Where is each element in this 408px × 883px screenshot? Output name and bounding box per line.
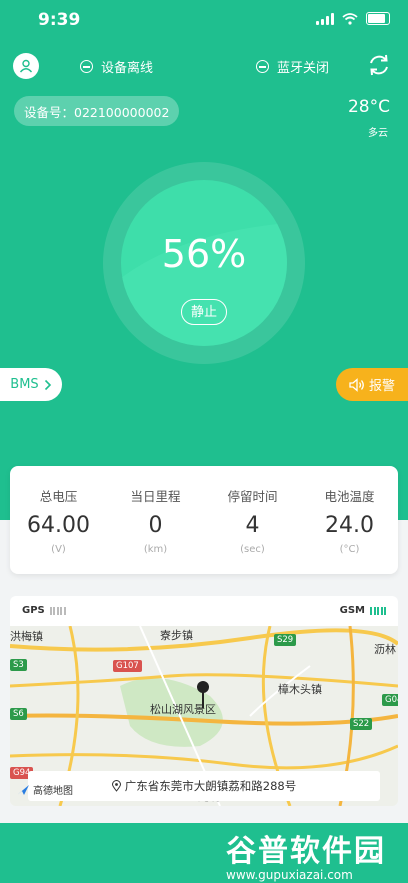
gps-signal-icon xyxy=(49,606,66,615)
road-badge: S6 xyxy=(10,708,27,720)
stat-value: 64.00 xyxy=(27,513,90,538)
alarm-button-label: 报警 xyxy=(368,379,395,394)
battery-percentage: 56% xyxy=(161,232,247,276)
stat-unit: (sec) xyxy=(240,544,265,555)
stat-unit: (V) xyxy=(51,544,66,555)
weather-temperature: 28°C xyxy=(347,97,390,117)
watermark-sub: www.gupuxiazai.com xyxy=(226,868,353,882)
gsm-label: GSM xyxy=(339,605,365,616)
road-badge: G04 xyxy=(382,694,398,706)
gsm-signal-icon xyxy=(370,606,386,615)
cell-signal-icon xyxy=(316,12,334,25)
device-id-pill: 设备号：022100000002 xyxy=(14,96,180,126)
amap-logo-icon xyxy=(17,784,29,795)
stat-label: 停留时间 xyxy=(227,489,278,504)
wifi-icon xyxy=(342,12,358,25)
road-badge: G107 xyxy=(113,660,142,672)
speaker-icon xyxy=(349,377,364,392)
status-time: 9:39 xyxy=(38,10,81,30)
status-icons xyxy=(316,12,390,25)
stat-total-voltage: 总电压 64.00 (V) xyxy=(10,466,107,574)
user-icon xyxy=(19,59,33,73)
bms-button-label: BMS xyxy=(10,377,39,392)
site-watermark: 谷普软件园 www.gupuxiazai.com xyxy=(226,826,398,882)
gps-indicator: GPS xyxy=(22,605,66,616)
gps-label: GPS xyxy=(22,605,45,616)
map-place-label: 沥林 xyxy=(374,643,396,656)
stat-value: 24.0 xyxy=(325,513,374,538)
chevron-right-icon xyxy=(44,379,51,390)
motion-state-badge: 静止 xyxy=(181,299,227,325)
map-place-label: 樟木头镇 xyxy=(278,683,322,696)
bluetooth-status-label: 蓝牙关闭 xyxy=(277,61,330,76)
map-card: GPS GSM 洪梅镇 寮步镇 松山湖风景区 樟木头镇 光明区 沥林 xyxy=(10,596,398,806)
watermark-main: 谷普软件园 xyxy=(226,834,386,869)
bms-button[interactable]: BMS xyxy=(0,368,62,401)
address-bar: 广东省东莞市大朗镇荔和路288号 xyxy=(28,771,380,801)
stat-value: 4 xyxy=(245,513,260,538)
device-status: 设备离线 xyxy=(80,57,153,76)
user-avatar-button[interactable] xyxy=(13,53,39,79)
address-text: 广东省东莞市大朗镇荔和路288号 xyxy=(124,779,297,793)
stat-stay-time: 停留时间 4 (sec) xyxy=(204,466,301,574)
gsm-indicator: GSM xyxy=(340,605,386,616)
stat-label: 当日里程 xyxy=(130,489,181,504)
map-view[interactable]: 洪梅镇 寮步镇 松山湖风景区 樟木头镇 光明区 沥林 S3 S6 G107 S2… xyxy=(10,625,398,806)
refresh-icon[interactable] xyxy=(366,52,392,78)
bluetooth-status: 蓝牙关闭 xyxy=(256,57,329,76)
stat-label: 电池温度 xyxy=(324,489,375,504)
offline-icon xyxy=(80,60,93,73)
alarm-button[interactable]: 报警 xyxy=(336,368,408,401)
road-badge: S3 xyxy=(10,659,27,671)
stat-daily-mileage: 当日里程 0 (km) xyxy=(107,466,204,574)
weather-description: 多云 xyxy=(368,128,388,139)
battery-icon xyxy=(366,12,390,25)
map-attribution: 高德地图 xyxy=(16,782,73,797)
bluetooth-off-icon xyxy=(256,60,269,73)
stat-label: 总电压 xyxy=(39,489,78,504)
map-place-label: 洪梅镇 xyxy=(10,630,43,643)
stat-unit: (°C) xyxy=(339,544,360,555)
location-pin-icon xyxy=(197,681,209,708)
map-attribution-label: 高德地图 xyxy=(33,786,73,797)
stat-unit: (km) xyxy=(143,544,168,555)
road-badge: S22 xyxy=(350,718,373,730)
stats-card: 总电压 64.00 (V) 当日里程 0 (km) 停留时间 4 (sec) 电… xyxy=(10,466,398,574)
stat-value: 0 xyxy=(148,513,163,538)
map-place-label: 寮步镇 xyxy=(160,629,193,642)
road-badge: S29 xyxy=(274,634,297,646)
location-marker-icon xyxy=(111,780,121,792)
stat-battery-temp: 电池温度 24.0 (°C) xyxy=(301,466,398,574)
device-status-label: 设备离线 xyxy=(101,61,154,76)
